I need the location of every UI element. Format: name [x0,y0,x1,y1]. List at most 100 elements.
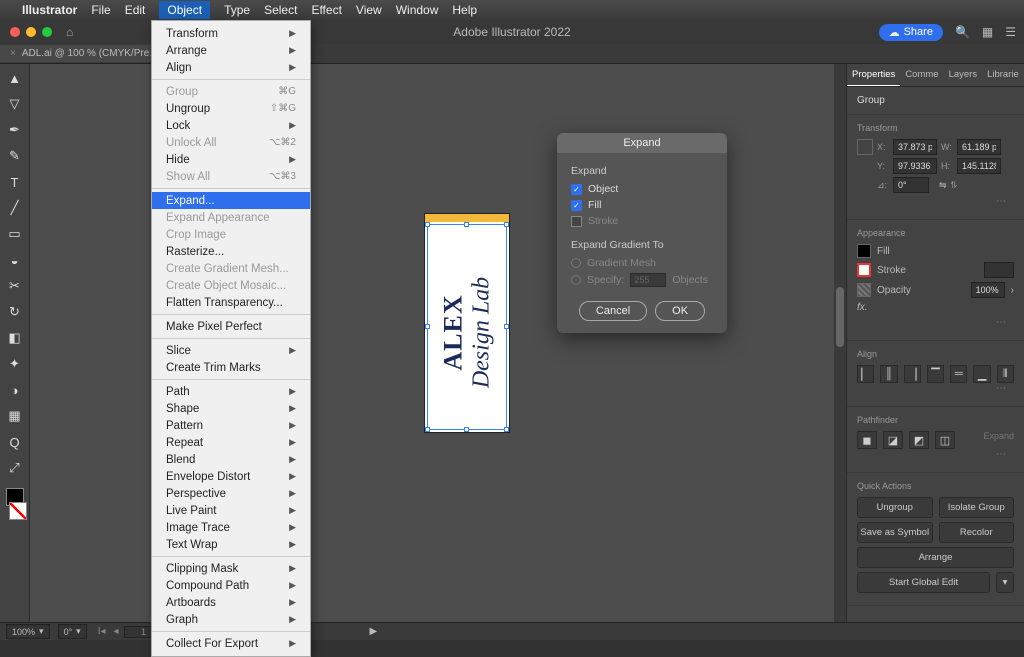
qa-global-dropdown-icon[interactable]: ▾ [996,572,1014,593]
flip-h-icon[interactable]: ⇋ [939,180,947,191]
object-checkbox[interactable]: ✓ [571,184,582,195]
align-hcenter-icon[interactable]: ║ [880,365,897,383]
window-controls[interactable] [0,27,52,37]
share-button[interactable]: ☁ Share [879,24,943,41]
menu-item-pattern[interactable]: Pattern▶ [152,417,310,434]
qa-recolor-button[interactable]: Recolor [939,522,1015,543]
arrange-icon[interactable]: ☰ [1005,25,1016,39]
ok-button[interactable]: OK [655,301,705,321]
flip-v-icon[interactable]: ⥮ [951,180,958,191]
menu-item-collect-for-export[interactable]: Collect For Export▶ [152,635,310,652]
menu-item-image-trace[interactable]: Image Trace▶ [152,519,310,536]
appearance-more-icon[interactable]: ⋯ [857,317,1014,332]
tool-7[interactable]: ◒ [5,250,25,270]
tool-4[interactable]: T [5,172,25,192]
workspace-icon[interactable]: ▦ [982,25,993,39]
menu-item-graph[interactable]: Graph▶ [152,611,310,628]
tool-15[interactable]: ⤢ [5,458,25,478]
align-left-icon[interactable]: ▏ [857,365,874,383]
menu-item-envelope-distort[interactable]: Envelope Distort▶ [152,468,310,485]
menu-item-blend[interactable]: Blend▶ [152,451,310,468]
menu-item-rasterize-[interactable]: Rasterize... [152,243,310,260]
pf-minus-icon[interactable]: ◪ [883,431,903,449]
stroke-weight-field[interactable] [984,262,1014,278]
menu-item-hide[interactable]: Hide▶ [152,151,310,168]
status-play-icon[interactable]: ▶ [370,626,378,637]
menu-item-artboards[interactable]: Artboards▶ [152,594,310,611]
pf-unite-icon[interactable]: ◼ [857,431,877,449]
menu-item-path[interactable]: Path▶ [152,383,310,400]
qa-isolate-button[interactable]: Isolate Group [939,497,1015,518]
align-right-icon[interactable]: ▕ [904,365,921,383]
tool-3[interactable]: ✎ [5,146,25,166]
tool-1[interactable]: ▽ [5,94,25,114]
h-field[interactable] [957,158,1001,174]
menu-window[interactable]: Window [396,3,439,17]
tool-10[interactable]: ◧ [5,328,25,348]
align-vcenter-icon[interactable]: ═ [950,365,967,383]
transform-more-icon[interactable]: ⋯ [857,196,1014,211]
zoom-field[interactable]: 100% ▾ [6,624,50,639]
menu-item-perspective[interactable]: Perspective▶ [152,485,310,502]
reference-point-icon[interactable] [857,139,873,155]
opacity-swatch[interactable] [857,283,871,297]
qa-save-symbol-button[interactable]: Save as Symbol [857,522,933,543]
menu-object[interactable]: Object [159,1,210,19]
menu-item-live-paint[interactable]: Live Paint▶ [152,502,310,519]
tab-layers[interactable]: Layers [944,64,983,86]
app-name[interactable]: Illustrator [22,3,77,17]
menu-file[interactable]: File [91,3,110,17]
menu-view[interactable]: View [356,3,382,17]
menu-item-align[interactable]: Align▶ [152,59,310,76]
tool-14[interactable]: Q [5,432,25,452]
menu-type[interactable]: Type [224,3,250,17]
menu-item-make-pixel-perfect[interactable]: Make Pixel Perfect [152,318,310,335]
menu-item-clipping-mask[interactable]: Clipping Mask▶ [152,560,310,577]
pf-exclude-icon[interactable]: ◫ [935,431,955,449]
menu-item-compound-path[interactable]: Compound Path▶ [152,577,310,594]
menu-select[interactable]: Select [264,3,297,17]
tool-8[interactable]: ✂ [5,276,25,296]
cancel-button[interactable]: Cancel [579,301,647,321]
opacity-field[interactable] [971,282,1005,298]
tab-properties[interactable]: Properties [847,64,900,86]
menu-edit[interactable]: Edit [125,3,146,17]
y-field[interactable] [893,158,937,174]
w-field[interactable] [957,139,1001,155]
align-bottom-icon[interactable]: ▁ [973,365,990,383]
tool-13[interactable]: ▦ [5,406,25,426]
stroke-swatch[interactable] [857,263,871,277]
fill-swatch[interactable] [857,244,871,258]
menu-item-flatten-transparency-[interactable]: Flatten Transparency... [152,294,310,311]
tool-5[interactable]: ╱ [5,198,25,218]
qa-global-edit-button[interactable]: Start Global Edit [857,572,990,593]
home-icon[interactable]: ⌂ [66,25,73,39]
document-tab[interactable]: × ADL.ai @ 100 % (CMYK/Pre… [0,45,170,62]
menu-item-slice[interactable]: Slice▶ [152,342,310,359]
qa-ungroup-button[interactable]: Ungroup [857,497,933,518]
menu-item-transform[interactable]: Transform▶ [152,25,310,42]
tab-comments[interactable]: Comme [900,64,943,86]
artboard[interactable]: ALEX Design Lab [425,214,509,432]
fill-checkbox[interactable]: ✓ [571,200,582,211]
pathfinder-more-icon[interactable]: ⋯ [857,449,1014,464]
pf-intersect-icon[interactable]: ◩ [909,431,929,449]
tool-6[interactable]: ▭ [5,224,25,244]
menu-item-ungroup[interactable]: Ungroup⇧⌘G [152,100,310,117]
close-tab-icon[interactable]: × [10,48,16,59]
pf-expand-button[interactable]: Expand [983,431,1014,449]
stroke-color-swatch[interactable] [9,502,27,520]
tool-2[interactable]: ✒ [5,120,25,140]
menu-item-expand-[interactable]: Expand... [152,192,310,209]
distribute-icon[interactable]: ⫴ [997,365,1014,383]
menu-item-text-wrap[interactable]: Text Wrap▶ [152,536,310,553]
tab-libraries[interactable]: Librarie [982,64,1024,86]
x-field[interactable] [893,139,937,155]
menu-help[interactable]: Help [452,3,477,17]
align-top-icon[interactable]: ▔ [927,365,944,383]
qa-arrange-button[interactable]: Arrange [857,547,1014,568]
angle-field[interactable] [893,177,929,193]
search-icon[interactable]: 🔍 [955,25,970,39]
tool-11[interactable]: ✦ [5,354,25,374]
menu-effect[interactable]: Effect [311,3,341,17]
